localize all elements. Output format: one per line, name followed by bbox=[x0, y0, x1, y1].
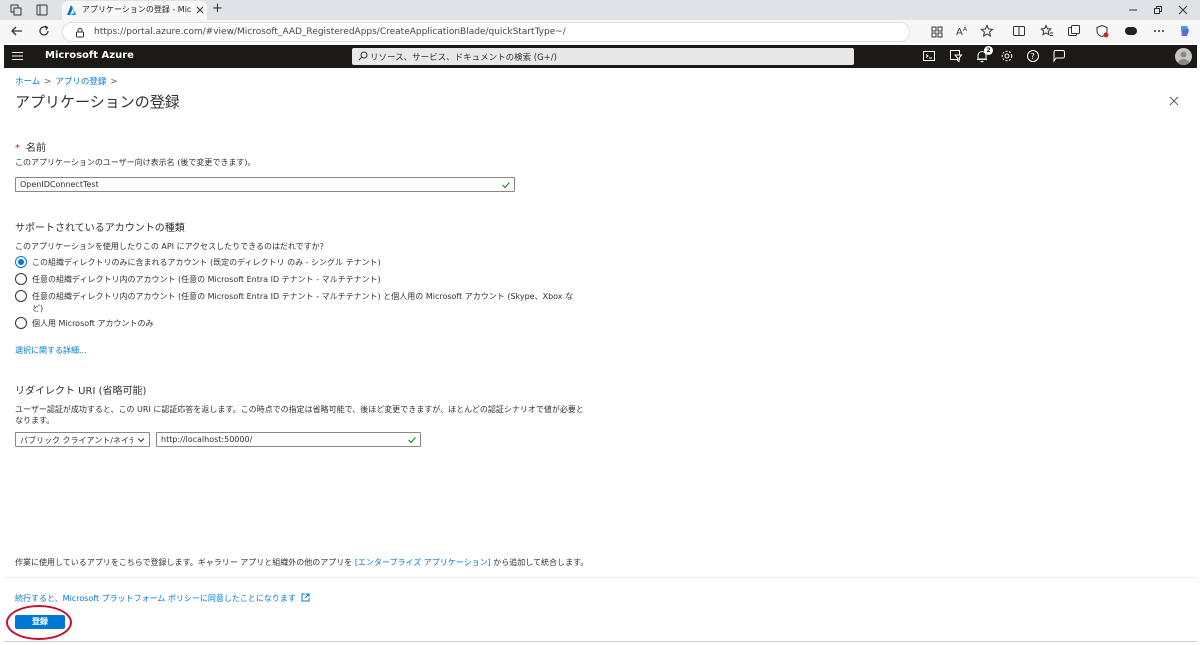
apps-available-icon[interactable] bbox=[931, 26, 943, 38]
browser-essentials-icon[interactable] bbox=[1095, 24, 1109, 38]
footer-note-text-after: から追加して統合します。 bbox=[490, 558, 589, 567]
hamburger-menu-icon[interactable] bbox=[12, 51, 23, 61]
account-option-multi-tenant-personal[interactable]: 任意の組織ディレクトリ内のアカウント (任意の Microsoft Entra … bbox=[15, 290, 715, 316]
search-placeholder: リソース、サービス、ドキュメントの検索 (G+/) bbox=[370, 53, 557, 63]
close-blade-icon[interactable] bbox=[1168, 95, 1180, 107]
account-option-single-tenant[interactable]: この組織ディレクトリのみに含まれるアカウント (既定のディレクトリ のみ - シ… bbox=[15, 256, 715, 270]
page-title: アプリケーションの登録 bbox=[15, 93, 180, 111]
radio-label: 個人用 Microsoft アカウントのみ bbox=[32, 319, 154, 328]
browser-tab-strip: アプリケーションの登録 - Microsoft Azure + bbox=[0, 0, 1200, 20]
svg-text:A: A bbox=[963, 26, 968, 33]
radio-label: この組織ディレクトリのみに含まれるアカウント (既定のディレクトリ のみ - シ… bbox=[32, 258, 381, 267]
account-types-title: サポートされているアカウントの種類 bbox=[15, 223, 185, 234]
read-aloud-icon[interactable]: AA bbox=[955, 24, 969, 38]
workspaces-icon[interactable] bbox=[10, 4, 22, 16]
search-input[interactable]: リソース、サービス、ドキュメントの検索 (G+/) bbox=[352, 48, 854, 65]
svg-text:?: ? bbox=[1031, 52, 1035, 61]
tab-actions-icon[interactable] bbox=[36, 4, 48, 16]
footer-divider bbox=[4, 577, 1197, 578]
split-screen-icon[interactable] bbox=[1012, 24, 1026, 38]
cloud-shell-icon[interactable] bbox=[922, 49, 936, 63]
tab-title: アプリケーションの登録 - Microsoft Azure bbox=[82, 5, 192, 14]
app-name-field[interactable]: OpenIDConnectTest bbox=[15, 177, 515, 192]
account-avatar[interactable] bbox=[1175, 48, 1192, 65]
redirect-hint-line1: ユーザー認証が成功すると、この URI に認証応答を返します。この時点での指定は… bbox=[15, 405, 584, 414]
svg-text:A: A bbox=[956, 27, 963, 38]
account-types-question: このアプリケーションを使用したりこの API にアクセスしたりできるのはだれです… bbox=[15, 242, 324, 251]
radio-multi-tenant-personal[interactable] bbox=[15, 290, 27, 302]
profile-icon[interactable] bbox=[1124, 24, 1138, 38]
settings-gear-icon[interactable] bbox=[1000, 49, 1014, 63]
chevron-down-icon bbox=[136, 435, 146, 445]
close-tab-icon[interactable] bbox=[196, 6, 204, 14]
breadcrumb-separator: > bbox=[44, 77, 52, 87]
browser-nav-bar: https://portal.azure.com/#view/Microsoft… bbox=[0, 20, 1200, 43]
address-bar[interactable]: https://portal.azure.com/#view/Microsoft… bbox=[62, 21, 943, 42]
minimize-icon[interactable] bbox=[1128, 6, 1138, 14]
feedback-icon[interactable] bbox=[1052, 49, 1066, 63]
radio-multi-tenant[interactable] bbox=[15, 273, 27, 285]
account-help-link[interactable]: 選択に関する詳細... bbox=[15, 345, 87, 356]
radio-label: 任意の組織ディレクトリ内のアカウント (任意の Microsoft Entra … bbox=[32, 292, 574, 301]
platform-value: パブリック クライアント/ネイティブ... bbox=[20, 436, 133, 445]
redirect-uri-value: http://localhost:50000/ bbox=[161, 435, 253, 444]
radio-label: 任意の組織ディレクトリ内のアカウント (任意の Microsoft Entra … bbox=[32, 275, 381, 284]
browser-tab-active[interactable]: アプリケーションの登録 - Microsoft Azure bbox=[62, 1, 207, 20]
account-option-multi-tenant[interactable]: 任意の組織ディレクトリ内のアカウント (任意の Microsoft Entra … bbox=[15, 273, 715, 287]
refresh-icon[interactable] bbox=[37, 24, 51, 38]
name-hint: このアプリケーションのユーザー向け表示名 (後で変更できます)。 bbox=[15, 158, 256, 167]
radio-label-continued: ど) bbox=[32, 304, 44, 313]
azure-brand[interactable]: Microsoft Azure bbox=[45, 50, 134, 61]
url-text: https://portal.azure.com/#view/Microsoft… bbox=[94, 26, 566, 37]
close-window-icon[interactable] bbox=[1178, 5, 1188, 15]
account-option-personal-only[interactable]: 個人用 Microsoft アカウントのみ bbox=[15, 317, 715, 331]
search-icon bbox=[358, 51, 368, 61]
settings-more-icon[interactable] bbox=[1152, 24, 1166, 38]
lock-icon[interactable] bbox=[75, 27, 85, 38]
name-section-title: * 名前 bbox=[15, 139, 46, 154]
breadcrumb: ホーム > アプリの登録 > bbox=[15, 75, 122, 87]
maximize-icon[interactable] bbox=[1153, 5, 1163, 15]
help-icon[interactable]: ? bbox=[1026, 49, 1040, 63]
radio-single-tenant[interactable] bbox=[15, 256, 27, 268]
copilot-icon[interactable] bbox=[1178, 24, 1192, 38]
redirect-uri-field[interactable]: http://localhost:50000/ bbox=[156, 432, 421, 447]
footer-note-text: 作業に使用しているアプリをこちらで登録します。ギャラリー アプリと組織外の他のア… bbox=[15, 558, 355, 567]
bottom-border bbox=[4, 641, 1197, 642]
breadcrumb-app-registrations[interactable]: アプリの登録 bbox=[55, 77, 106, 87]
external-link-icon bbox=[301, 593, 310, 602]
favorite-star-icon[interactable] bbox=[980, 24, 994, 38]
new-tab-button[interactable]: + bbox=[212, 1, 223, 16]
azure-top-bar: Microsoft Azure リソース、サービス、ドキュメントの検索 (G+/… bbox=[4, 45, 1197, 68]
more-options-button[interactable]: … bbox=[158, 94, 170, 108]
enterprise-apps-link[interactable]: [エンタープライズ アプリケーション] bbox=[355, 558, 491, 567]
notification-count: 2 bbox=[986, 47, 991, 54]
back-icon[interactable] bbox=[10, 24, 24, 38]
breadcrumb-home[interactable]: ホーム bbox=[15, 77, 40, 87]
footer-note: 作業に使用しているアプリをこちらで登録します。ギャラリー アプリと組織外の他のア… bbox=[15, 557, 588, 568]
policy-link[interactable]: 続行すると、Microsoft プラットフォーム ポリシーに同意したことになりま… bbox=[15, 593, 310, 604]
name-label: 名前 bbox=[26, 143, 46, 154]
favorites-icon[interactable] bbox=[1040, 24, 1054, 38]
azure-favicon-icon bbox=[67, 5, 78, 16]
app-name-value: OpenIDConnectTest bbox=[20, 180, 99, 189]
annotation-highlight-circle bbox=[6, 605, 72, 640]
radio-personal-only[interactable] bbox=[15, 317, 27, 329]
required-mark: * bbox=[15, 143, 20, 154]
breadcrumb-separator: > bbox=[110, 77, 118, 87]
redirect-uri-title: リダイレクト URI (省略可能) bbox=[15, 386, 147, 397]
notification-count-badge: 2 bbox=[984, 46, 993, 55]
valid-check-icon bbox=[407, 435, 417, 445]
redirect-hint-line2: なります。 bbox=[15, 416, 55, 425]
platform-select[interactable]: パブリック クライアント/ネイティブ... bbox=[15, 432, 150, 447]
directory-filter-icon[interactable] bbox=[949, 49, 963, 63]
policy-link-text: 続行すると、Microsoft プラットフォーム ポリシーに同意したことになりま… bbox=[15, 594, 296, 603]
collections-icon[interactable] bbox=[1067, 24, 1081, 38]
valid-check-icon bbox=[501, 180, 511, 190]
